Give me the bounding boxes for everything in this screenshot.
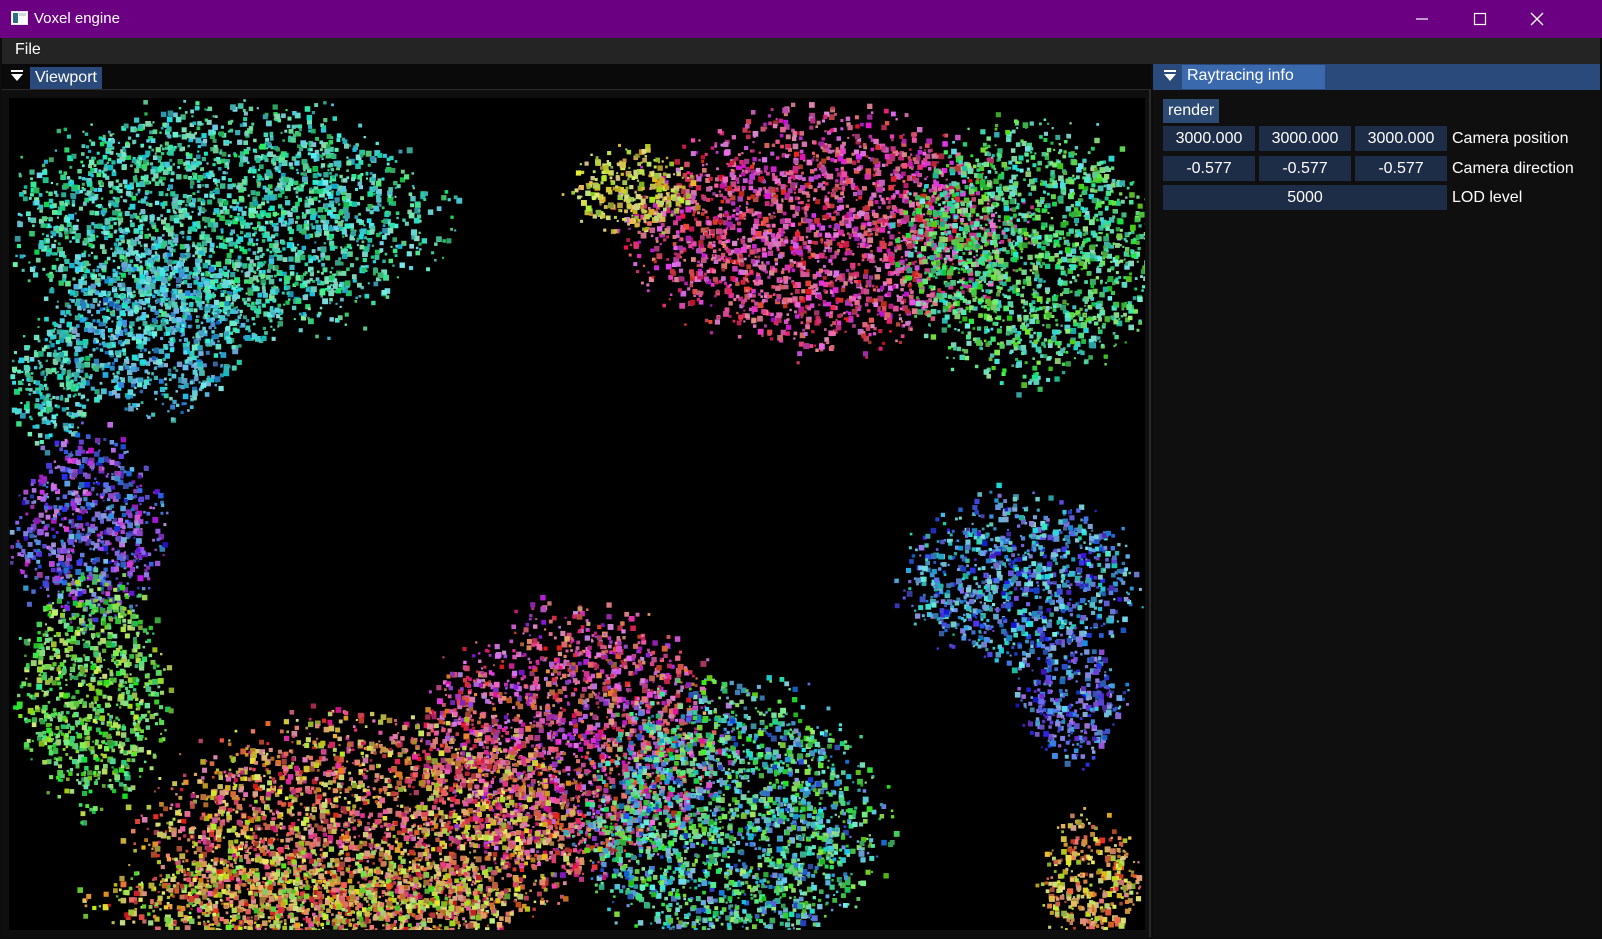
close-icon — [1529, 11, 1545, 27]
voxel-render-image — [9, 98, 1145, 930]
raytracing-header[interactable]: Raytracing info — [1153, 64, 1600, 90]
camera-direction-x[interactable]: -0.577 — [1163, 156, 1255, 181]
camera-position-x[interactable]: 3000.000 — [1163, 126, 1255, 151]
menu-file[interactable]: File — [13, 41, 43, 59]
app-frame: File Viewport Raytracing info render 300… — [0, 38, 1602, 939]
camera-direction-y[interactable]: -0.577 — [1259, 156, 1351, 181]
render-button[interactable]: render — [1163, 99, 1219, 123]
viewport-tab[interactable]: Viewport — [30, 67, 102, 89]
camera-position-z[interactable]: 3000.000 — [1355, 126, 1447, 151]
window-title: Voxel engine — [34, 10, 120, 27]
app-window-icon — [11, 11, 28, 25]
title-bar[interactable]: Voxel engine — [0, 0, 1602, 38]
menu-bar: File — [2, 38, 1600, 64]
lod-level-label: LOD level — [1452, 185, 1522, 210]
viewport-header[interactable]: Viewport — [2, 64, 1151, 90]
collapse-triangle-icon[interactable] — [1163, 69, 1177, 83]
camera-direction-label: Camera direction — [1452, 156, 1574, 181]
camera-position-y[interactable]: 3000.000 — [1259, 126, 1351, 151]
raytracing-title: Raytracing info — [1187, 67, 1294, 85]
minimize-button[interactable] — [1393, 0, 1451, 38]
maximize-icon — [1472, 11, 1488, 27]
camera-position-label: Camera position — [1452, 126, 1569, 151]
lod-level-slider[interactable]: 5000 — [1163, 185, 1447, 210]
minimize-icon — [1414, 11, 1430, 27]
raytracing-panel: Raytracing info render 3000.000 3000.000… — [1153, 64, 1600, 937]
viewport-panel: Viewport — [2, 64, 1151, 937]
viewport-render[interactable] — [9, 98, 1145, 930]
close-button[interactable] — [1508, 0, 1566, 38]
camera-direction-z[interactable]: -0.577 — [1355, 156, 1447, 181]
maximize-button[interactable] — [1451, 0, 1509, 38]
collapse-triangle-icon[interactable] — [10, 69, 24, 83]
